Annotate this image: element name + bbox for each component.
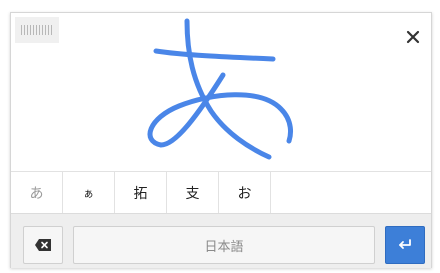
enter-button[interactable]: [385, 226, 425, 264]
candidate-item[interactable]: お: [219, 172, 271, 214]
bottom-toolbar: 日本語: [11, 213, 431, 268]
backspace-button[interactable]: [23, 226, 63, 264]
language-button[interactable]: 日本語: [73, 226, 375, 264]
candidate-item[interactable]: 支: [167, 172, 219, 214]
drag-handle-icon: [21, 25, 53, 35]
stroke-horizontal: [153, 48, 276, 62]
handwriting-input-panel: あ ぁ 拓 支 お 日本語: [10, 12, 432, 268]
stroke-loop: [147, 72, 294, 148]
handwriting-canvas[interactable]: [11, 13, 431, 171]
candidate-list: あ ぁ 拓 支 お: [11, 171, 431, 214]
stroke-vertical: [184, 18, 272, 160]
drag-handle[interactable]: [15, 17, 59, 43]
backspace-icon: [35, 239, 51, 251]
candidate-item[interactable]: ぁ: [63, 172, 115, 214]
close-button[interactable]: [403, 27, 423, 47]
handwriting-strokes: [147, 18, 294, 160]
enter-icon: [399, 239, 411, 249]
close-icon: [406, 30, 420, 44]
candidate-item[interactable]: あ: [11, 172, 63, 214]
candidate-item[interactable]: 拓: [115, 172, 167, 214]
